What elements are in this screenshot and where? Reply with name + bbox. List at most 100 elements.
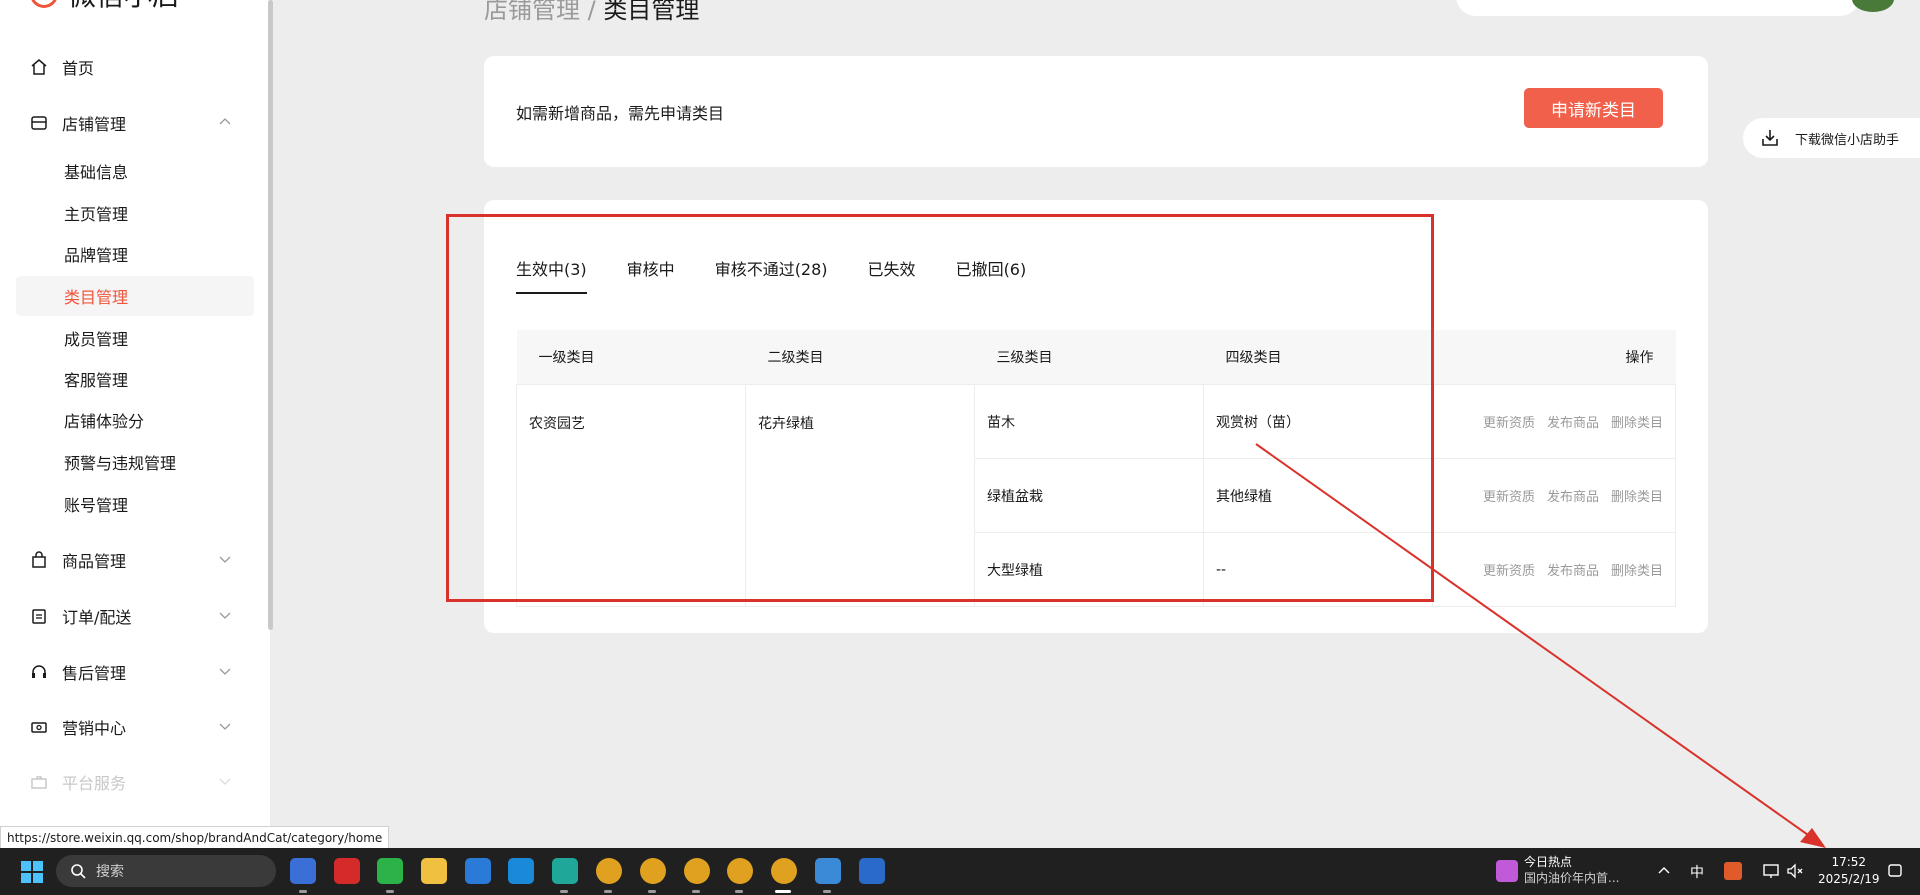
news-widget-icon[interactable] [1496,860,1518,882]
breadcrumb-parent[interactable]: 店铺管理 [484,0,580,24]
column-header: 操作 [1432,330,1676,385]
tab-rejected[interactable]: 审核不通过(28) [715,256,828,294]
chevron-down-icon [219,723,231,730]
sidebar-sub-item-members[interactable]: 成员管理 [16,318,254,358]
download-helper-button[interactable]: 下载微信小店助手 [1743,118,1920,158]
taskbar-app-icon[interactable] [290,858,316,884]
category-card: 生效中(3) 审核中 审核不通过(28) 已失效 已撤回(6) 一级类目 二级类… [484,200,1708,633]
chrome-icon[interactable] [684,858,710,884]
table-header-row: 一级类目 二级类目 三级类目 四级类目 操作 [516,330,1676,385]
update-qualification-link[interactable]: 更新资质 [1483,416,1535,431]
delete-category-link[interactable]: 删除类目 [1611,564,1663,579]
network-icon[interactable] [1762,862,1780,880]
wechat-icon[interactable] [377,858,403,884]
chevron-up-icon[interactable] [1657,864,1671,878]
level3-cell: 绿植盆栽 [974,458,1204,533]
category-table: 一级类目 二级类目 三级类目 四级类目 操作 农资园艺 花卉绿植 苗木 观赏树（… [516,330,1676,607]
taskbar-app-icon[interactable] [508,858,534,884]
notification-icon[interactable] [1886,862,1904,880]
sidebar-item-after-sales[interactable]: 售后管理 [16,652,254,692]
download-helper-label: 下载微信小店助手 [1795,132,1900,148]
publish-product-link[interactable]: 发布商品 [1547,564,1599,579]
tab-under-review[interactable]: 审核中 [627,256,675,294]
taskbar-app-icon[interactable] [859,858,885,884]
running-indicator [560,890,568,893]
tab-active[interactable]: 生效中(3) [516,256,587,294]
sidebar-item-label: 店铺管理 [62,115,127,134]
news-title: 今日热点 [1524,855,1573,869]
sidebar-sub-item-category[interactable]: 类目管理 [16,276,254,316]
windows-start-icon[interactable] [20,860,44,884]
delete-category-link[interactable]: 删除类目 [1611,490,1663,505]
apply-new-category-button[interactable]: 申请新类目 [1524,88,1663,128]
notepad-icon[interactable] [815,858,841,884]
publish-product-link[interactable]: 发布商品 [1547,490,1599,505]
search-placeholder: 搜索 [96,864,124,880]
sidebar-item-products[interactable]: 商品管理 [16,540,254,580]
tab-withdrawn[interactable]: 已撤回(6) [956,256,1027,294]
avatar[interactable] [1852,0,1894,12]
level4-cell: 其他绿植 [1203,458,1433,533]
sidebar-item-orders[interactable]: 订单/配送 [16,596,254,636]
taskbar-app-icon[interactable] [552,858,578,884]
chevron-down-icon [219,556,231,563]
active-indicator [775,890,791,893]
running-indicator [604,890,612,893]
delete-category-link[interactable]: 删除类目 [1611,416,1663,431]
home-icon [30,58,48,76]
column-header: 二级类目 [745,330,975,385]
sidebar-sub-item-experience-score[interactable]: 店铺体验分 [16,400,254,440]
input-method-icon[interactable] [1724,862,1742,880]
column-header: 一级类目 [516,330,746,385]
sidebar-item-store[interactable]: 店铺管理 [16,103,254,143]
sidebar-scrollbar[interactable] [268,0,273,630]
sidebar-item-marketing[interactable]: 营销中心 [16,707,254,747]
chrome-icon[interactable] [771,858,797,884]
sidebar-item-label: 售后管理 [62,664,127,683]
sidebar-sub-item-customer-service[interactable]: 客服管理 [16,359,254,399]
sidebar-item-platform-services[interactable]: 平台服务 [16,762,254,802]
clock-time: 17:52 [1831,855,1867,869]
notice-card: 如需新增商品，需先申请类目 申请新类目 [484,56,1708,167]
chrome-icon[interactable] [640,858,666,884]
sidebar-sub-item-brand[interactable]: 品牌管理 [16,234,254,274]
ime-indicator[interactable]: 中 [1690,862,1704,882]
sidebar-item-home[interactable]: 首页 [16,47,254,87]
sidebar-sub-item-basic-info[interactable]: 基础信息 [16,151,254,191]
actions-cell: 更新资质 发布商品 删除类目 [1432,532,1676,607]
sidebar: 微信小店 首页 店铺管理 基础信息 主页管理 品牌管理 类目管理 成员管理 客服… [0,0,270,848]
sidebar-sub-item-account[interactable]: 账号管理 [16,484,254,524]
chrome-icon[interactable] [727,858,753,884]
headset-icon [30,663,48,681]
sidebar-sub-item-violations[interactable]: 预警与违规管理 [16,442,254,482]
sidebar-item-label: 首页 [62,59,95,78]
volume-muted-icon[interactable] [1786,862,1804,880]
logo[interactable]: 微信小店 [30,0,180,12]
level1-cell: 农资园艺 [516,384,746,607]
level4-cell: -- [1203,532,1433,607]
status-url: https://store.weixin.qq.com/shop/brandAn… [0,826,390,850]
wps-icon[interactable] [334,858,360,884]
clock-date: 2025/2/19 [1818,872,1880,886]
sidebar-item-label: 营销中心 [62,719,127,738]
publish-product-link[interactable]: 发布商品 [1547,416,1599,431]
update-qualification-link[interactable]: 更新资质 [1483,490,1535,505]
logo-text: 微信小店 [68,0,180,14]
chevron-down-icon [219,668,231,675]
chrome-icon[interactable] [596,858,622,884]
taskbar-search[interactable]: 搜索 [56,855,276,887]
running-indicator [735,890,743,893]
news-widget[interactable]: 今日热点 国内油价年内首... [1524,854,1619,886]
taskbar-app-icon[interactable] [465,858,491,884]
column-header: 三级类目 [974,330,1204,385]
running-indicator [648,890,656,893]
sidebar-item-label: 订单/配送 [62,608,132,627]
sidebar-item-label: 商品管理 [62,552,127,571]
table-row: 农资园艺 花卉绿植 苗木 观赏树（苗） 更新资质 发布商品 删除类目 [516,384,1676,607]
update-qualification-link[interactable]: 更新资质 [1483,564,1535,579]
clock[interactable]: 17:52 2025/2/19 [1818,854,1880,888]
sidebar-sub-item-homepage[interactable]: 主页管理 [16,193,254,233]
running-indicator [386,890,394,893]
file-explorer-icon[interactable] [421,858,447,884]
tab-expired[interactable]: 已失效 [868,256,916,294]
